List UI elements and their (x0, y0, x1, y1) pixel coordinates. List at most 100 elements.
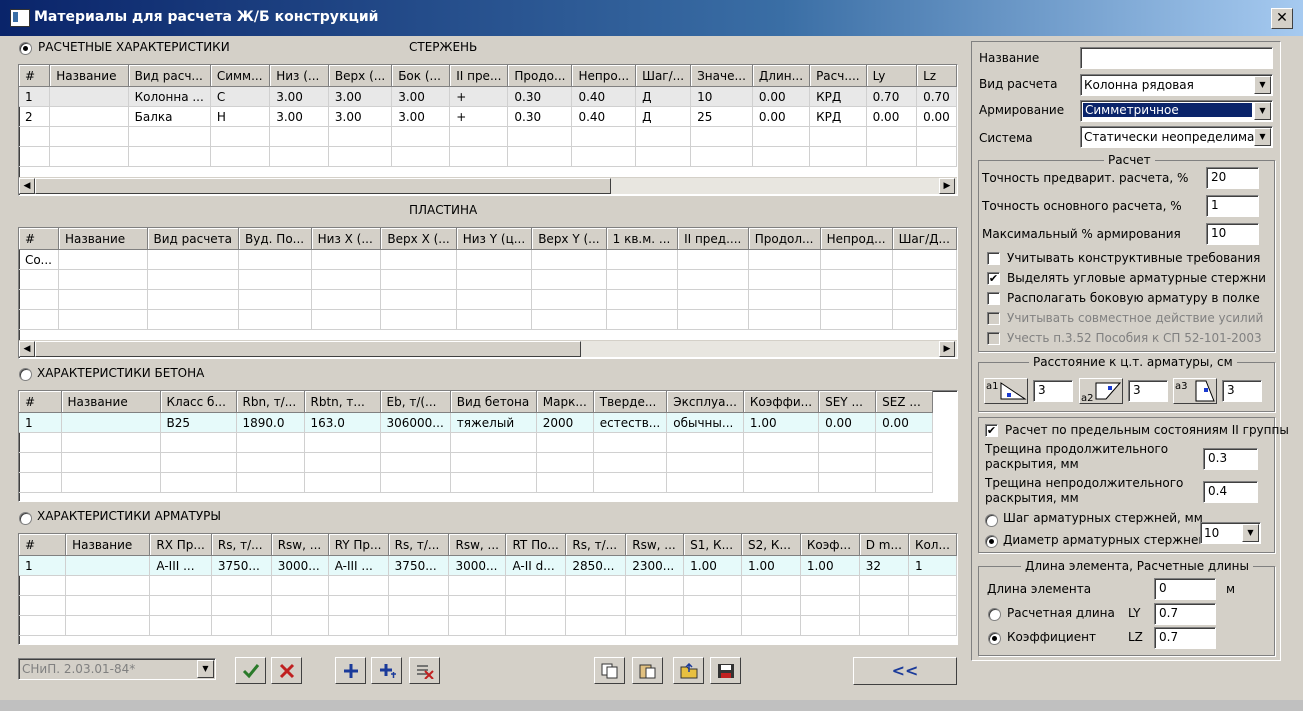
table-cell[interactable]: 3.00 (269, 86, 329, 107)
table-cell[interactable]: 163.0 (304, 412, 381, 433)
table-cell[interactable]: 1.00 (741, 555, 801, 576)
table-cell[interactable]: 2850... (565, 555, 627, 576)
column-header[interactable]: Коэф... (800, 534, 860, 556)
table-cell[interactable]: Н (210, 106, 271, 127)
column-header[interactable]: Непро... (571, 65, 637, 87)
table-cell[interactable]: A-III ... (149, 555, 212, 576)
long-crack-input[interactable]: 0.3 (1203, 448, 1258, 470)
column-header[interactable]: Расч.... (809, 65, 867, 87)
table-cell[interactable]: 1 (19, 555, 67, 576)
a1-input[interactable]: 3 (1033, 380, 1073, 402)
table-cell[interactable]: 1 (19, 86, 51, 107)
column-header[interactable]: Коэффи... (743, 391, 820, 413)
calc-type-select[interactable]: Колонна рядовая ▼ (1080, 74, 1273, 96)
column-header[interactable]: Шаг/Д... (892, 228, 957, 250)
column-header[interactable]: 1 кв.м. ... (606, 228, 679, 250)
rebar-radio[interactable] (19, 512, 32, 525)
column-header[interactable]: Rs, т/... (211, 534, 272, 556)
table-cell[interactable]: A-III ... (328, 555, 389, 576)
chevron-down-icon[interactable]: ▼ (1254, 102, 1271, 120)
table-row[interactable]: 1 Колонна ... С 3.00 3.00 3.00 +0.30 0.40 Д 10 0.0… (19, 86, 957, 107)
reinforcement-select[interactable]: Симметричное ▼ (1080, 100, 1273, 122)
column-header[interactable]: Lz (916, 65, 957, 87)
lz-input[interactable]: 0.7 (1154, 627, 1216, 649)
column-header[interactable]: Длин... (752, 65, 811, 87)
a2-button[interactable]: a2 (1079, 378, 1123, 404)
scroll-right-icon[interactable]: ▶ (939, 341, 955, 357)
table-cell[interactable]: 3.00 (391, 106, 451, 127)
column-header[interactable]: Вид расч... (128, 65, 211, 87)
column-header[interactable]: Низ (... (269, 65, 329, 87)
scroll-left-icon[interactable]: ◀ (19, 178, 35, 194)
main-accuracy-input[interactable]: 1 (1206, 195, 1259, 217)
table-cell[interactable]: 32 (859, 555, 909, 576)
column-header[interactable]: Продо... (507, 65, 573, 87)
column-header[interactable]: Значе... (690, 65, 753, 87)
table-cell[interactable]: 3750... (388, 555, 450, 576)
table-cell[interactable] (61, 412, 161, 433)
table-cell[interactable]: 0.30 (507, 86, 573, 107)
concrete-radio[interactable] (19, 368, 32, 381)
table-cell[interactable]: + (449, 86, 509, 107)
column-header[interactable]: Rsw, ... (625, 534, 685, 556)
column-header[interactable]: Бок (... (391, 65, 451, 87)
copy-button[interactable] (594, 657, 625, 684)
table-cell[interactable]: естеств... (593, 412, 668, 433)
table-cell[interactable]: 2300... (625, 555, 685, 576)
table-row[interactable]: 1 A-III ... 3750... 3000... A-III ... 3750...… (19, 555, 957, 576)
table-cell[interactable]: 306000... (380, 412, 451, 433)
column-header[interactable]: II пре... (449, 65, 509, 87)
table-cell[interactable]: 0.00 (916, 106, 957, 127)
scroll-left-icon[interactable]: ◀ (19, 341, 35, 357)
column-header[interactable]: Непрод... (820, 228, 893, 250)
table-cell[interactable]: B25 (160, 412, 237, 433)
column-header[interactable]: D m... (859, 534, 909, 556)
column-header[interactable]: SEY ... (818, 391, 877, 413)
column-header[interactable]: Rbn, т/... (236, 391, 305, 413)
paste-button[interactable] (632, 657, 663, 684)
table-cell[interactable] (311, 249, 382, 270)
column-header[interactable]: Ly (866, 65, 918, 87)
column-header[interactable]: RY Пр... (328, 534, 389, 556)
column-header[interactable]: Верх (... (328, 65, 393, 87)
group2-checkbox[interactable]: ✔ (985, 424, 998, 437)
table-cell[interactable]: A-II d... (505, 555, 567, 576)
column-header[interactable]: Название (61, 391, 161, 413)
save-button[interactable] (710, 657, 741, 684)
column-header[interactable]: Rbtn, т... (304, 391, 381, 413)
column-header[interactable]: Вид бетона (450, 391, 537, 413)
column-header[interactable]: Название (65, 534, 151, 556)
column-header[interactable]: Rsw, ... (271, 534, 329, 556)
table-cell[interactable]: 0.30 (507, 106, 573, 127)
table-cell[interactable]: 25 (690, 106, 753, 127)
table-cell[interactable] (65, 555, 151, 576)
chevron-down-icon[interactable]: ▼ (1242, 524, 1259, 542)
table-cell[interactable] (49, 106, 129, 127)
plate-table-hscrollbar[interactable]: ◀ ▶ (19, 340, 957, 357)
coefficient-radio[interactable] (988, 632, 1001, 645)
table-cell[interactable]: 3000... (271, 555, 329, 576)
table-cell[interactable]: КРД (809, 106, 867, 127)
column-header[interactable]: Низ X (... (311, 228, 382, 250)
column-header[interactable]: Симм... (210, 65, 271, 87)
table-cell[interactable]: 1 (908, 555, 957, 576)
table-cell[interactable]: Колонна ... (128, 86, 211, 107)
chevron-down-icon[interactable]: ▼ (1254, 128, 1271, 146)
bar-diameter-select[interactable]: 10 ▼ (1200, 522, 1261, 544)
table-cell[interactable]: 0.40 (571, 86, 637, 107)
table-cell[interactable]: 2 (19, 106, 51, 127)
bar-step-radio[interactable] (985, 514, 998, 527)
table-cell[interactable]: 0.00 (818, 412, 877, 433)
column-header[interactable]: Верх Y (... (531, 228, 607, 250)
table-cell[interactable]: 1.00 (683, 555, 743, 576)
column-header[interactable]: Эксплуа... (666, 391, 744, 413)
side-rebar-flange-checkbox[interactable] (987, 292, 1000, 305)
table-cell[interactable]: 3000... (448, 555, 507, 576)
prelim-accuracy-input[interactable]: 20 (1206, 167, 1259, 189)
max-reinf-input[interactable]: 10 (1206, 223, 1259, 245)
table-cell[interactable]: 0.00 (866, 106, 918, 127)
table-cell[interactable] (748, 249, 821, 270)
ly-input[interactable]: 0.7 (1154, 603, 1216, 625)
norm-select[interactable]: СНиП. 2.03.01-84* ▼ (18, 658, 216, 680)
table-row[interactable]: Co... (19, 249, 957, 270)
